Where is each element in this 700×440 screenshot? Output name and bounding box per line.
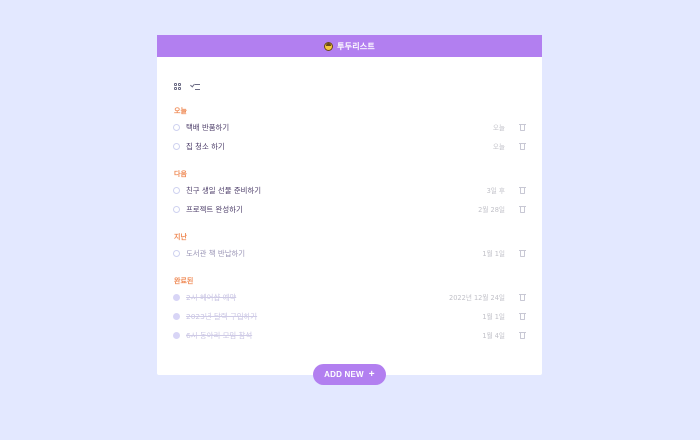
- trash-icon[interactable]: [519, 293, 526, 301]
- task-title: 택배 반품하기: [186, 122, 230, 132]
- task-row[interactable]: 2시 헤어샵 예약 2022년 12월 24일: [173, 291, 526, 303]
- section-title-next: 다음: [174, 170, 187, 178]
- task-checkbox[interactable]: [173, 186, 180, 194]
- add-new-label: ADD NEW: [324, 370, 364, 379]
- task-row[interactable]: 2023년 달력 구입하기 1월 1일: [173, 310, 526, 322]
- trash-icon[interactable]: [519, 312, 526, 320]
- task-row[interactable]: 집 청소 하기 오늘: [173, 140, 526, 152]
- task-row[interactable]: 프로젝트 완성하기 2월 28일: [173, 203, 526, 215]
- task-checkbox[interactable]: [173, 331, 180, 339]
- section-title-today: 오늘: [174, 107, 187, 115]
- task-date: 오늘: [492, 124, 505, 132]
- task-title: 친구 생일 선물 준비하기: [186, 185, 262, 195]
- task-row[interactable]: 친구 생일 선물 준비하기 3일 후: [173, 184, 526, 196]
- task-title: 6시 동아리 모임 참석: [186, 330, 253, 340]
- section-title-done: 완료된: [174, 277, 194, 285]
- task-checkbox[interactable]: [173, 205, 180, 213]
- face-emoji-icon: [324, 41, 334, 51]
- task-date: 1월 1일: [482, 313, 505, 321]
- trash-icon[interactable]: [519, 249, 526, 257]
- task-checkbox[interactable]: [173, 249, 180, 257]
- trash-icon[interactable]: [519, 123, 526, 131]
- task-row[interactable]: 6시 동아리 모임 참석 1월 4일: [173, 329, 526, 341]
- trash-icon[interactable]: [519, 331, 526, 339]
- task-date: 2월 28일: [478, 206, 505, 214]
- task-title: 도서관 책 반납하기: [186, 248, 246, 258]
- todo-card: 투두리스트 오늘 택배 반품하기 오늘 집 청소 하기 오늘 다음 친구 생일 …: [157, 35, 542, 375]
- task-date: 2022년 12월 24일: [449, 294, 505, 302]
- task-date: 1월 1일: [482, 250, 505, 258]
- checklist-view-icon[interactable]: [191, 83, 200, 91]
- task-date: 오늘: [492, 143, 505, 151]
- task-date: 1월 4일: [482, 332, 505, 340]
- task-row[interactable]: 도서관 책 반납하기 1월 1일: [173, 247, 526, 259]
- task-checkbox[interactable]: [173, 293, 180, 301]
- app-title: 투두리스트: [337, 41, 375, 51]
- section-title-past: 지난: [174, 233, 187, 241]
- view-toggle: [174, 83, 200, 91]
- grid-view-icon[interactable]: [174, 83, 182, 91]
- trash-icon[interactable]: [519, 186, 526, 194]
- plus-icon: +: [368, 368, 375, 380]
- task-title: 집 청소 하기: [186, 141, 225, 151]
- task-title: 2023년 달력 구입하기: [186, 311, 258, 321]
- task-checkbox[interactable]: [173, 123, 180, 131]
- task-checkbox[interactable]: [173, 142, 180, 150]
- task-row[interactable]: 택배 반품하기 오늘: [173, 121, 526, 133]
- trash-icon[interactable]: [519, 142, 526, 150]
- task-title: 프로젝트 완성하기: [186, 204, 243, 214]
- app-header: 투두리스트: [157, 35, 542, 57]
- trash-icon[interactable]: [519, 205, 526, 213]
- add-new-button[interactable]: ADD NEW +: [313, 364, 386, 385]
- task-checkbox[interactable]: [173, 312, 180, 320]
- task-date: 3일 후: [486, 187, 505, 195]
- task-title: 2시 헤어샵 예약: [186, 292, 237, 302]
